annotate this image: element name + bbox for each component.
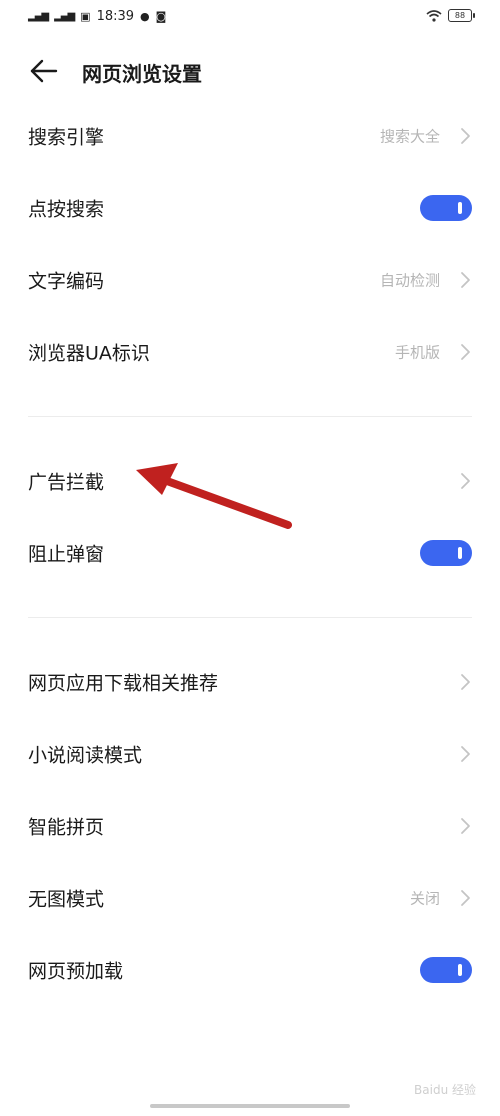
setting-label: 小说阅读模式 <box>28 744 143 767</box>
status-time: 18:39 <box>96 9 135 24</box>
setting-value: 自动检测 <box>379 271 440 290</box>
back-arrow-icon[interactable] <box>28 56 62 86</box>
setting-value: 关闭 <box>409 889 440 908</box>
status-bar: ▂▄▆ ▂▄▆ ▣ 18:39 ● ◙ 88 <box>0 0 500 36</box>
signal-icon: ▂▄▆ <box>28 11 49 22</box>
chevron-right-icon <box>461 344 470 360</box>
watermark: Baidu 经验 <box>414 1083 476 1097</box>
chevron-right-icon <box>461 674 470 690</box>
chevron-right-icon <box>461 746 470 762</box>
setting-label: 搜索引擎 <box>28 126 105 149</box>
setting-label: 阻止弹窗 <box>28 543 105 566</box>
setting-label: 智能拼页 <box>28 816 105 839</box>
app-icon: ◙ <box>155 10 167 23</box>
toggle-knob <box>458 964 462 976</box>
setting-label: 网页预加载 <box>28 960 124 983</box>
setting-value: 手机版 <box>394 343 440 362</box>
chevron-right-icon <box>461 890 470 906</box>
annotation-arrow-icon <box>136 463 292 529</box>
notification-icon: ▣ <box>80 10 91 23</box>
section-divider <box>28 416 472 417</box>
chevron-right-icon <box>461 128 470 144</box>
chevron-right-icon <box>461 473 470 489</box>
battery-icon: 88 <box>448 9 475 22</box>
status-right: 88 <box>426 9 475 22</box>
setting-text-encoding[interactable]: 文字编码 自动检测 <box>0 244 500 316</box>
setting-label: 点按搜索 <box>28 198 105 221</box>
home-indicator[interactable] <box>150 1104 350 1108</box>
settings-list: 搜索引擎 搜索大全 点按搜索 文字编码 自动检测 浏览器UA标识 手机版 广告拦… <box>0 100 500 1006</box>
chevron-right-icon <box>461 272 470 288</box>
tap-search-toggle[interactable] <box>420 195 472 221</box>
setting-value: 搜索大全 <box>379 127 440 146</box>
toggle-knob <box>458 547 462 559</box>
block-popups-toggle[interactable] <box>420 540 472 566</box>
section-divider <box>28 617 472 618</box>
setting-label: 网页应用下载相关推荐 <box>28 672 219 695</box>
message-icon: ● <box>140 10 150 23</box>
setting-label: 无图模式 <box>28 888 105 911</box>
setting-label: 浏览器UA标识 <box>28 342 150 365</box>
app-header: 网页浏览设置 <box>0 44 500 100</box>
setting-page-preload: 网页预加载 <box>0 934 500 1006</box>
setting-label: 文字编码 <box>28 270 105 293</box>
toggle-knob <box>458 202 462 214</box>
signal-icon-2: ▂▄▆ <box>54 11 75 22</box>
page-title: 网页浏览设置 <box>82 62 202 86</box>
setting-search-engine[interactable]: 搜索引擎 搜索大全 <box>0 100 500 172</box>
status-left: ▂▄▆ ▂▄▆ ▣ 18:39 ● ◙ <box>28 9 166 24</box>
setting-browser-ua[interactable]: 浏览器UA标识 手机版 <box>0 316 500 388</box>
setting-novel-reading-mode[interactable]: 小说阅读模式 <box>0 718 500 790</box>
wifi-icon <box>426 9 442 22</box>
setting-app-download-recommend[interactable]: 网页应用下载相关推荐 <box>0 646 500 718</box>
chevron-right-icon <box>461 818 470 834</box>
setting-no-image-mode[interactable]: 无图模式 关闭 <box>0 862 500 934</box>
setting-label: 广告拦截 <box>28 471 105 494</box>
page-preload-toggle[interactable] <box>420 957 472 983</box>
setting-smart-page-join[interactable]: 智能拼页 <box>0 790 500 862</box>
setting-tap-search: 点按搜索 <box>0 172 500 244</box>
